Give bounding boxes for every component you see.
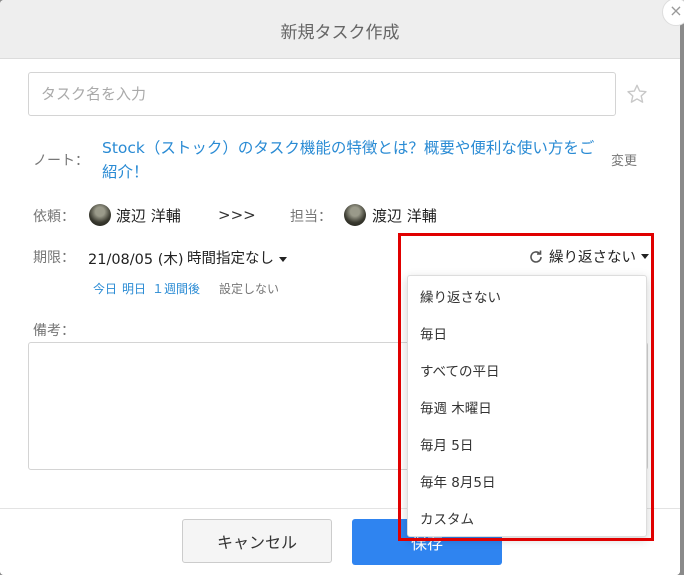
repeat-option-weekdays[interactable]: すべての平日 <box>420 360 630 380</box>
repeat-selected-label: 繰り返さない <box>549 250 636 266</box>
repeat-option-yearly[interactable]: 毎年 8月5日 <box>420 471 630 491</box>
repeat-option-custom[interactable]: カスタム <box>420 508 630 528</box>
quick-none[interactable]: 設定しない <box>219 280 279 297</box>
time-select[interactable]: 時間指定なし <box>187 247 287 268</box>
requester-name[interactable]: 渡辺 洋輔 <box>116 205 181 226</box>
repeat-option-none[interactable]: 繰り返さない <box>420 286 630 306</box>
note-link[interactable]: Stock（ストック）のタスク機能の特徴とは？概要や便利な使い方をご紹介！ <box>102 136 602 184</box>
memo-label: 備考： <box>33 323 75 339</box>
modal-title: 新規タスク作成 <box>280 23 400 43</box>
repeat-option-monthly[interactable]: 毎月 5日 <box>420 434 630 454</box>
quick-week[interactable]: １週間後 <box>152 280 200 297</box>
note-change-link[interactable]: 変更 <box>611 150 637 169</box>
time-select-label: 時間指定なし <box>187 251 274 267</box>
task-create-modal: 新規タスク作成 ノート： Stock（ストック）のタスク機能の特徴とは？概要や便… <box>0 0 680 575</box>
assignee-name[interactable]: 渡辺 洋輔 <box>372 205 437 226</box>
deadline-date[interactable]: 21/08/05 (木) <box>88 248 184 269</box>
star-icon[interactable] <box>626 83 648 105</box>
deadline-label: 期限： <box>33 250 75 266</box>
repeat-select[interactable]: 繰り返さない <box>528 246 649 267</box>
task-name-input[interactable] <box>28 72 616 116</box>
caret-down-icon <box>641 254 649 259</box>
quick-today[interactable]: 今日 <box>93 280 117 297</box>
requester-label: 依頼： <box>33 209 75 225</box>
request-arrow: >>> <box>218 206 256 224</box>
modal-header: 新規タスク作成 <box>0 0 680 59</box>
repeat-option-daily[interactable]: 毎日 <box>420 323 630 343</box>
repeat-icon <box>530 250 542 263</box>
assignee-avatar <box>344 204 366 226</box>
requester-avatar <box>89 204 111 226</box>
repeat-dropdown-menu: 繰り返さない 毎日 すべての平日 毎週 木曜日 毎月 5日 毎年 8月5日 カス… <box>407 275 647 537</box>
assignee-label: 担当： <box>290 209 332 225</box>
caret-down-icon <box>279 256 287 262</box>
cancel-button[interactable]: キャンセル <box>182 519 332 563</box>
quick-tomorrow[interactable]: 明日 <box>122 280 146 297</box>
note-label: ノート： <box>33 153 89 169</box>
repeat-option-weekly[interactable]: 毎週 木曜日 <box>420 397 630 417</box>
